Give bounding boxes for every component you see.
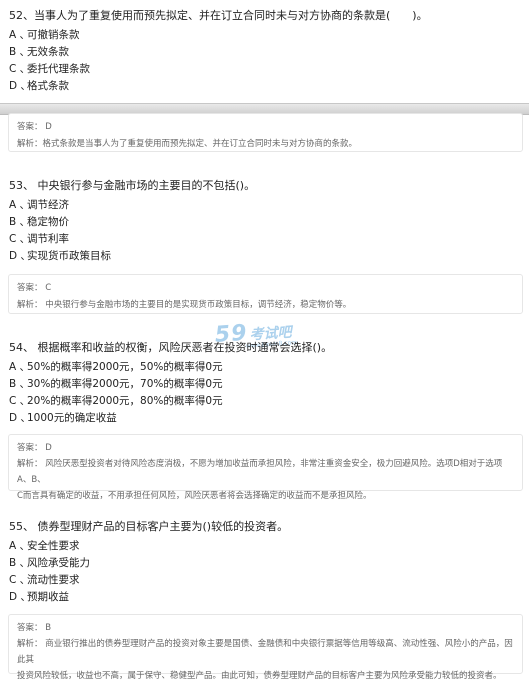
question-title: 54、 根据概率和收益的权衡，风险厌恶者在投资时通常会选择()。	[9, 341, 333, 354]
answer-label: 答案： D	[17, 443, 52, 453]
question-title: 52、当事人为了重复使用而预先拟定、并在订立合同时未与对方协商的条款是( )。	[9, 9, 428, 22]
analysis-text: 解析：格式条款是当事人为了重复使用而预先拟定、并在订立合同时未与对方协商的条款。	[17, 139, 358, 149]
question-53: 53、 中央银行参与金融市场的主要目的不包括()。 A 、调节经济 B 、稳定物…	[8, 179, 523, 267]
option-d: D 、格式条款	[9, 80, 69, 92]
analysis-line-2: 投资风险较低，收益也不高，属于保守、稳健型产品。由此可知，债券型理财产品的目标客…	[17, 671, 502, 681]
option-d: D 、1000元的确定收益	[9, 412, 117, 424]
analysis-line-1: 解析： 商业银行推出的债券型理财产品的投资对象主要是国债、金融债和中央银行票据等…	[17, 639, 513, 665]
answer-label: 答案： D	[17, 122, 52, 132]
analysis-text: 解析： 中央银行参与金融市场的主要目的是实现货币政策目标，调节经济，稳定物价等。	[17, 300, 352, 310]
option-b: B 、无效条款	[9, 46, 69, 58]
option-a: A 、可撤销条款	[9, 29, 80, 41]
option-d: D 、预期收益	[9, 591, 69, 603]
analysis-line-1: 解析： 风险厌恶型投资者对待风险态度消极，不愿为增加收益而承担风险，非常注重资金…	[17, 459, 503, 485]
option-a: A 、安全性要求	[9, 540, 80, 552]
option-d: D 、实现货币政策目标	[9, 250, 111, 262]
answer-box-52: 答案： D 解析：格式条款是当事人为了重复使用而预先拟定、并在订立合同时未与对方…	[8, 113, 523, 152]
question-55: 55、 债券型理财产品的目标客户主要为()较低的投资者。 A 、安全性要求 B …	[8, 520, 523, 608]
answer-box-53: 答案： C 解析： 中央银行参与金融市场的主要目的是实现货币政策目标，调节经济，…	[8, 274, 523, 314]
question-52: 52、当事人为了重复使用而预先拟定、并在订立合同时未与对方协商的条款是( )。 …	[8, 9, 523, 97]
option-c: C 、流动性要求	[9, 574, 80, 586]
option-a: A 、50%的概率得2000元，50%的概率得0元	[9, 361, 223, 373]
option-b: B 、30%的概率得2000元，70%的概率得0元	[9, 378, 223, 390]
answer-box-54: 答案： D 解析： 风险厌恶型投资者对待风险态度消极，不愿为增加收益而承担风险，…	[8, 434, 523, 501]
option-c: C 、委托代理条款	[9, 63, 90, 75]
option-a: A 、调节经济	[9, 199, 69, 211]
option-c: C 、调节利率	[9, 233, 69, 245]
answer-label: 答案： B	[17, 623, 52, 633]
answer-label: 答案： C	[17, 283, 52, 293]
question-54: 54、 根据概率和收益的权衡，风险厌恶者在投资时通常会选择()。 A 、50%的…	[8, 341, 523, 429]
answer-box-55: 答案： B 解析： 商业银行推出的债券型理财产品的投资对象主要是国债、金融债和中…	[8, 614, 523, 681]
option-c: C 、20%的概率得2000元，80%的概率得0元	[9, 395, 223, 407]
question-title: 53、 中央银行参与金融市场的主要目的不包括()。	[9, 179, 256, 192]
option-b: B 、风险承受能力	[9, 557, 90, 569]
analysis-line-2: C而言具有确定的收益，不用承担任何风险，风险厌恶者将会选择确定的收益而不是承担风…	[17, 491, 372, 501]
option-b: B 、稳定物价	[9, 216, 69, 228]
question-title: 55、 债券型理财产品的目标客户主要为()较低的投资者。	[9, 520, 289, 533]
